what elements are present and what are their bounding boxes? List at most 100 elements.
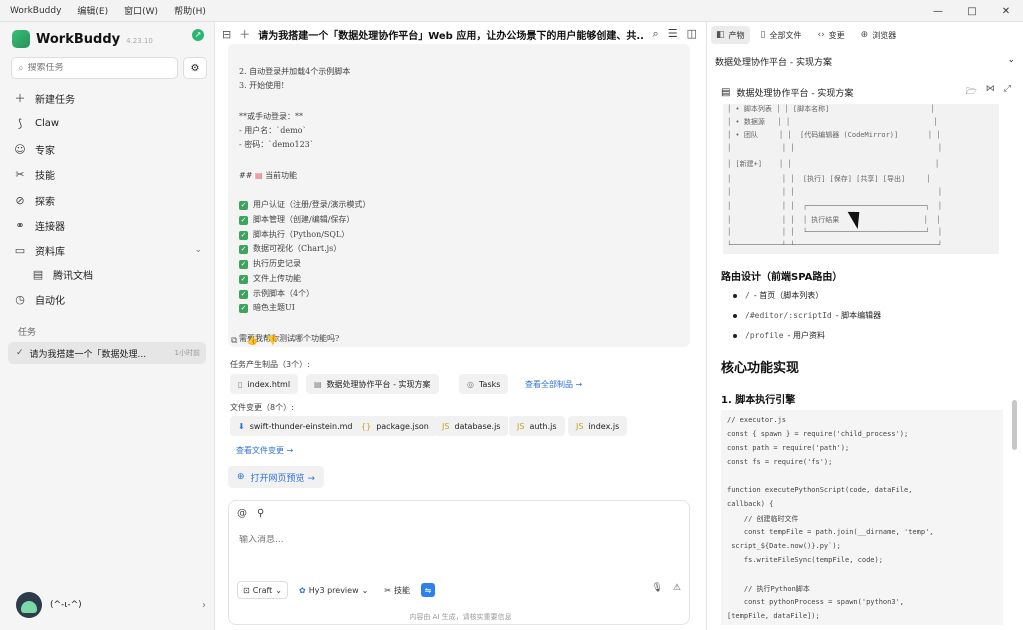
login-user: - 用户名：`demo` <box>239 126 307 135</box>
route-item: / - 首页（脚本列表） <box>733 290 823 301</box>
thumbs-up-icon[interactable]: 👍 <box>246 336 257 346</box>
view-all-artifacts-link[interactable]: 查看全部制品 → <box>525 379 582 390</box>
copy-icon[interactable]: ⧉ <box>231 336 237 346</box>
model-select[interactable]: ✿ Hy3 preview ⌄ <box>294 581 374 599</box>
sidebar-item-library[interactable]: ▭ 资料库 ⌄ <box>12 240 202 260</box>
menu-window[interactable]: 窗口(W) <box>124 4 158 17</box>
document-icon: ▤ <box>314 379 322 389</box>
sidebar-item-tencent-docs[interactable]: ▤ 腾讯文档 <box>30 264 200 284</box>
feature-item: ✓ 文件上传功能 <box>239 274 301 284</box>
diagram-row: │ │ │ │ 执行结果 │ │ <box>727 216 941 224</box>
login-password: - 密码：`demo123` <box>239 140 314 149</box>
sidebar-item-experts[interactable]: ☺ 专家 <box>12 139 202 159</box>
task-search[interactable]: ⌕ <box>11 57 178 79</box>
avatar <box>16 592 42 618</box>
task-list-item[interactable]: ✓ 请为我搭建一个「数据处理... 1小时前 <box>8 342 206 364</box>
book-icon: ▭ <box>14 243 26 257</box>
skills-button[interactable]: ✂ 技能 <box>379 581 416 599</box>
tab-artifacts[interactable]: ◧ 产物 <box>711 26 750 44</box>
workbuddy-logo-icon <box>12 30 30 48</box>
expand-icon[interactable]: ⤢ <box>1004 84 1011 100</box>
menu-help[interactable]: 帮助(H) <box>174 4 206 17</box>
checkbox-icon: ✓ <box>239 259 248 269</box>
file-chip[interactable]: {} package.json <box>353 416 437 436</box>
code-line: script_${Date.now()}.py`); <box>727 542 841 550</box>
sidebar-item-skills[interactable]: ✂ 技能 <box>12 164 202 184</box>
menu-app-name[interactable]: WorkBuddy <box>10 6 61 16</box>
js-file-icon: JS <box>576 421 584 431</box>
open-web-preview-button[interactable]: ⊕ 打开网页预览 → <box>228 466 324 488</box>
message-input[interactable] <box>239 535 659 545</box>
tab-browser[interactable]: ⊕ 浏览器 <box>856 26 902 44</box>
diagram-row: │ [新建+] │ │ │ <box>727 160 940 168</box>
code-line: // 创建临时文件 <box>727 515 799 523</box>
sidebar-item-explore[interactable]: ⊘ 探索 <box>12 190 202 210</box>
panel-layout-icon[interactable]: ◫ <box>687 27 697 41</box>
artifact-chip[interactable]: ◎ Tasks <box>459 374 509 394</box>
user-name: (^-ι-^) <box>50 600 82 610</box>
globe-icon: ⊕ <box>237 472 245 482</box>
thumbs-down-icon[interactable]: 👎 <box>267 336 278 346</box>
filter-settings-icon[interactable]: ⚙ <box>183 57 207 79</box>
diagram-row: │ • 团队 │ │ [代码编辑器 (CodeMirror)] │ │ <box>727 131 941 139</box>
diagram-row: │ • 数据源 │ │ │ <box>727 118 938 126</box>
code-line: function executePythonScript(code, dataF… <box>727 486 913 494</box>
model-icon: ✿ <box>299 585 306 595</box>
window-controls: — □ ✕ <box>921 0 1023 22</box>
tab-changes[interactable]: ‹› 变更 <box>812 26 849 44</box>
artifact-chip[interactable]: ▯ index.html <box>230 374 299 394</box>
mention-icon[interactable]: @ <box>237 508 247 519</box>
scrollbar[interactable] <box>1012 400 1017 450</box>
share-icon[interactable]: ⋈ <box>986 84 995 100</box>
check-icon: ✓ <box>16 348 24 358</box>
plus-icon: ＋ <box>14 92 26 105</box>
sidebar-item-claw[interactable]: ⟆ Claw <box>12 113 202 133</box>
close-window-button[interactable]: ✕ <box>989 0 1023 22</box>
file-chip[interactable]: ⬇ swift-thunder-einstein.md <box>230 416 361 436</box>
executor-heading: 1. 脚本执行引擎 <box>721 395 796 406</box>
sidebar-item-connectors[interactable]: ⚭ 连接器 <box>12 215 202 235</box>
sidebar-item-label: Claw <box>35 117 60 129</box>
route-item: /#editor/:scriptId - 脚本编辑器 <box>733 310 881 321</box>
artifact-chip[interactable]: ▤ 数据处理协作平台 - 实现方案 <box>306 374 439 394</box>
maximize-button[interactable]: □ <box>955 0 989 22</box>
view-file-changes-link[interactable]: 查看文件变更 → <box>236 445 293 456</box>
microphone-icon[interactable]: 🎙 <box>651 583 662 593</box>
minimize-button[interactable]: — <box>921 0 955 22</box>
file-chip[interactable]: JS auth.js <box>509 416 565 436</box>
mode-select[interactable]: ⊡ Craft ⌄ <box>237 581 288 599</box>
status-online-icon[interactable]: ↗ <box>192 29 204 41</box>
new-chat-icon[interactable]: ＋ <box>239 26 250 42</box>
diagram-row: │ │ │ ┌────────────────────────────┐ │ <box>727 202 942 210</box>
user-profile[interactable]: (^-ι-^) › <box>16 592 206 618</box>
skills-icon: ✂ <box>15 167 25 181</box>
artifact-selector[interactable]: 数据处理协作平台 - 实现方案 ⌄ <box>715 55 1015 68</box>
sidebar-item-new-task[interactable]: ＋ 新建任务 <box>12 88 202 108</box>
brand-name: WorkBuddy <box>36 31 121 47</box>
toggle-sidebar-icon[interactable]: ⊟ <box>222 28 231 41</box>
code-line: callback) { <box>727 500 774 508</box>
file-chip[interactable]: JS index.js <box>568 416 628 436</box>
chevron-down-icon[interactable]: ⌄ <box>194 245 202 255</box>
plugin-icon[interactable]: ⇋ <box>421 583 436 597</box>
sidebar-item-label: 腾讯文档 <box>53 270 93 282</box>
send-icon[interactable]: ⚠ <box>673 583 681 593</box>
more-icon[interactable]: ⋯ <box>287 336 296 346</box>
folder-icon[interactable]: 🗁 <box>966 84 977 100</box>
menu-edit[interactable]: 编辑(E) <box>77 4 108 17</box>
sidebar-item-automation[interactable]: ◷ 自动化 <box>12 289 202 309</box>
attach-icon[interactable]: ⚲ <box>257 508 264 519</box>
brand: WorkBuddy 4.23.10 <box>12 30 153 48</box>
feature-item: ✓ 用户认证（注册/登录/演示模式） <box>239 200 371 210</box>
search-input[interactable] <box>27 63 158 73</box>
chevron-down-icon: ⌄ <box>361 585 369 595</box>
code-line: const pythonProcess = spawn('python3', <box>727 598 905 606</box>
js-file-icon: JS <box>442 421 450 431</box>
checkbox-icon: ✓ <box>239 230 248 240</box>
tab-all-files[interactable]: ▯ 全部文件 <box>756 26 807 44</box>
menu-icon[interactable]: ☰ <box>668 27 678 41</box>
file-chip[interactable]: JS database.js <box>434 416 509 436</box>
compass-icon: ⊘ <box>15 193 25 207</box>
claw-icon: ⟆ <box>17 116 23 130</box>
search-icon[interactable]: ⌕ <box>653 27 659 41</box>
